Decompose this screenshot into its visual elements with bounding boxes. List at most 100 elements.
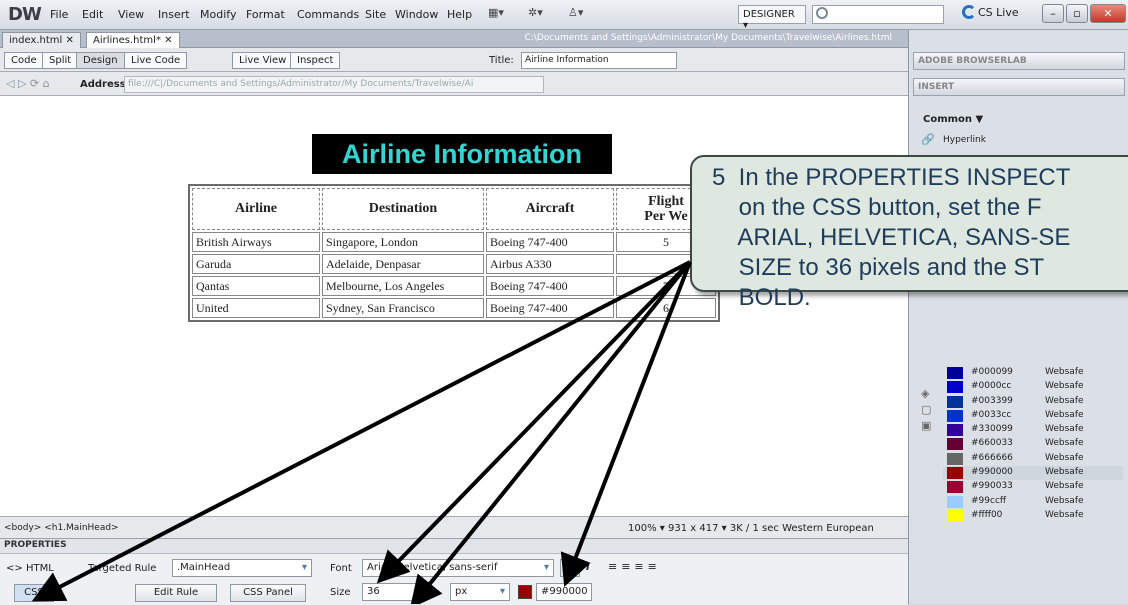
color-input[interactable]: #990000	[536, 583, 592, 601]
swatch-hex: #0000cc	[971, 381, 1012, 392]
table-row: Garuda Adelaide, Denpasar Airbus A330	[192, 254, 716, 274]
color-swatch-row[interactable]: #000099 Websafe	[943, 366, 1123, 380]
color-swatch-row[interactable]: #003399 Websafe	[943, 395, 1123, 409]
title-label: Title:	[489, 55, 514, 66]
swatch-hex: #990000	[971, 467, 1013, 478]
split-view-button[interactable]: Split	[42, 52, 79, 69]
extend-gear-icon[interactable]: ✲▾	[528, 6, 556, 23]
swatch-color-box	[947, 395, 963, 408]
swatch-color-box	[947, 409, 963, 422]
address-label: Address:	[80, 79, 130, 90]
properties-title: PROPERTIES	[4, 540, 67, 550]
menu-site[interactable]: Site	[365, 8, 386, 21]
swatch-color-box	[947, 452, 963, 465]
tab-index[interactable]: index.html ✕	[2, 32, 81, 48]
address-input[interactable]: file:///C|/Documents and Settings/Admini…	[124, 76, 544, 93]
color-swatch-row[interactable]: #0033cc Websafe	[943, 409, 1123, 423]
color-swatch-row[interactable]: #990000 Websafe	[943, 466, 1123, 481]
main-heading[interactable]: Airline Information	[312, 134, 612, 174]
swatch-color-box	[947, 495, 963, 508]
menu-help[interactable]: Help	[447, 8, 472, 21]
download-time: 3K / 1 sec	[729, 523, 779, 534]
color-swatch-row[interactable]: #ffff00 Websafe	[943, 509, 1123, 523]
color-swatch-row[interactable]: #0000cc Websafe	[943, 380, 1123, 394]
table-row: United Sydney, San Francisco Boeing 747-…	[192, 298, 716, 318]
align-buttons-icon[interactable]: ≡≡≡≡	[608, 560, 661, 573]
menu-edit[interactable]: Edit	[82, 8, 103, 21]
swatch-type: Websafe	[1045, 381, 1084, 392]
unit-select[interactable]: px ▾	[450, 583, 510, 601]
menu-view[interactable]: View	[118, 8, 144, 21]
properties-body: <> HTML CSS Targeted Rule .MainHead ▾ Edi…	[0, 553, 908, 605]
html-mode-button[interactable]: <> HTML	[6, 563, 54, 574]
css-panel-button[interactable]: CSS Panel	[230, 584, 306, 602]
swatch-color-box	[947, 381, 963, 394]
menu-insert[interactable]: Insert	[158, 8, 190, 21]
cell: United	[192, 298, 320, 318]
swatch-hex: #666666	[971, 452, 1013, 463]
assets-category-icons[interactable]: ◈ ▢ ▣	[921, 386, 931, 434]
live-view-button[interactable]: Live View	[232, 52, 294, 69]
swatch-hex: #99ccff	[971, 495, 1007, 506]
swatch-type: Websafe	[1045, 409, 1084, 420]
inspect-button[interactable]: Inspect	[290, 52, 341, 69]
cell: Melbourne, Los Angeles	[322, 276, 484, 296]
zoom-select[interactable]: 100%	[628, 523, 657, 534]
cell: Qantas	[192, 276, 320, 296]
insert-panel-header[interactable]: INSERT	[913, 78, 1125, 96]
color-swatch-row[interactable]: #330099 Websafe	[943, 423, 1123, 437]
swatch-hex: #003399	[971, 395, 1013, 406]
color-swatch-row[interactable]: #666666 Websafe	[943, 452, 1123, 466]
code-view-button[interactable]: Code	[4, 52, 44, 69]
tab-airlines[interactable]: Airlines.html* ✕	[86, 32, 180, 48]
browserlab-panel-header[interactable]: ADOBE BROWSERLAB	[913, 52, 1125, 70]
help-search-input[interactable]	[812, 5, 944, 24]
html-label: HTML	[25, 563, 54, 574]
menu-window[interactable]: Window	[395, 8, 438, 21]
dreamweaver-logo: DW	[8, 4, 42, 25]
layout-grid-icon[interactable]: ▦▾	[488, 6, 516, 23]
cslive-button[interactable]: CS Live	[978, 6, 1019, 19]
live-code-button[interactable]: Live Code	[124, 52, 188, 69]
menu-commands[interactable]: Commands	[297, 8, 359, 21]
minimize-icon[interactable]: –	[1042, 4, 1064, 23]
font-select[interactable]: Arial, Helvetica, sans-serif ▾	[362, 559, 554, 577]
cell: Singapore, London	[322, 232, 484, 252]
italic-button[interactable]: I	[586, 562, 590, 573]
close-icon[interactable]: ✕	[1090, 4, 1126, 23]
menu-file[interactable]: File	[50, 8, 68, 21]
hyperlink-icon: 🔗	[921, 133, 935, 146]
color-swatch-row[interactable]: #990033 Websafe	[943, 480, 1123, 494]
maximize-icon[interactable]: ▫	[1066, 4, 1088, 23]
tag-selector[interactable]: <body> <h1.MainHead>	[4, 523, 119, 533]
cell: Airbus A330	[486, 254, 614, 274]
font-value: Arial, Helvetica, sans-serif	[367, 562, 498, 573]
window-size[interactable]: 931 x 417	[668, 523, 718, 534]
swatch-color-box	[947, 481, 963, 494]
color-swatch[interactable]	[518, 585, 532, 599]
document-toolbar: Code Split Design Live Code Live View In…	[0, 48, 908, 72]
edit-rule-button[interactable]: Edit Rule	[135, 584, 217, 602]
color-swatch-row[interactable]: #660033 Websafe	[943, 437, 1123, 451]
swatch-type: Websafe	[1045, 424, 1084, 435]
bold-button[interactable]: B	[560, 559, 580, 577]
cell: Sydney, San Francisco	[322, 298, 484, 318]
page-title-input[interactable]: Airline Information	[521, 52, 677, 69]
workspace-switcher[interactable]: DESIGNER ▾	[738, 5, 806, 31]
css-mode-button[interactable]: CSS	[14, 584, 54, 602]
size-input[interactable]: 36	[362, 583, 424, 601]
swatch-hex: #000099	[971, 367, 1013, 377]
insert-category-select[interactable]: Common ▼	[923, 114, 983, 125]
table-row: Qantas Melbourne, Los Angeles Boeing 747…	[192, 276, 716, 296]
design-view-button[interactable]: Design	[76, 52, 125, 69]
cell: Adelaide, Denpasar	[322, 254, 484, 274]
menu-format[interactable]: Format	[246, 8, 285, 21]
color-swatch-row[interactable]: #99ccff Websafe	[943, 495, 1123, 509]
targeted-rule-select[interactable]: .MainHead ▾	[172, 559, 312, 577]
site-manage-icon[interactable]: ♙▾	[568, 6, 596, 23]
targeted-rule-label: Targeted Rule	[88, 563, 157, 574]
nav-back-forward-icon[interactable]: ◁ ▷ ⟳ ⌂	[6, 77, 50, 90]
insert-hyperlink[interactable]: Hyperlink	[943, 135, 986, 145]
swatch-hex: #0033cc	[971, 409, 1012, 420]
menu-modify[interactable]: Modify	[200, 8, 236, 21]
